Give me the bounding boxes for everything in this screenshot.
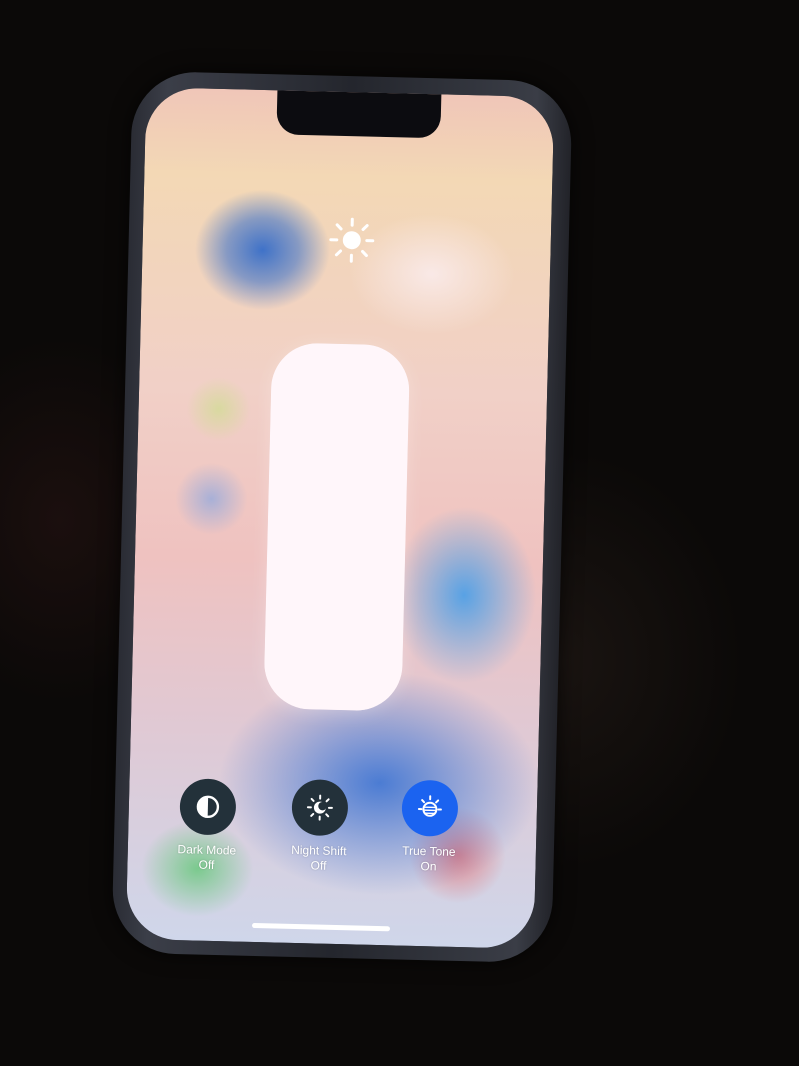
dark-mode-status: Off: [198, 857, 215, 873]
brightness-slider-fill: [263, 342, 411, 712]
true-tone-status: On: [420, 859, 437, 874]
brightness-slider[interactable]: [263, 342, 411, 712]
dark-mode-button[interactable]: [179, 778, 237, 836]
home-indicator[interactable]: [251, 922, 391, 932]
night-shift-icon: [306, 794, 333, 821]
phone-screen: Dark Mode Off Night Shift Off True Tone …: [125, 87, 555, 949]
sun-icon: [329, 217, 375, 263]
true-tone-button[interactable]: [401, 779, 459, 837]
night-shift-toggle[interactable]: Night Shift Off: [263, 778, 375, 875]
true-tone-toggle[interactable]: True Tone On: [373, 779, 485, 876]
night-shift-status: Off: [310, 858, 327, 873]
true-tone-icon: [417, 795, 442, 817]
dark-mode-toggle[interactable]: Dark Mode Off: [151, 778, 263, 875]
dark-mode-icon: [196, 795, 220, 819]
photo-background: Dark Mode Off Night Shift Off True Tone …: [0, 0, 799, 1066]
notch: [276, 90, 442, 139]
night-shift-button[interactable]: [291, 778, 349, 837]
